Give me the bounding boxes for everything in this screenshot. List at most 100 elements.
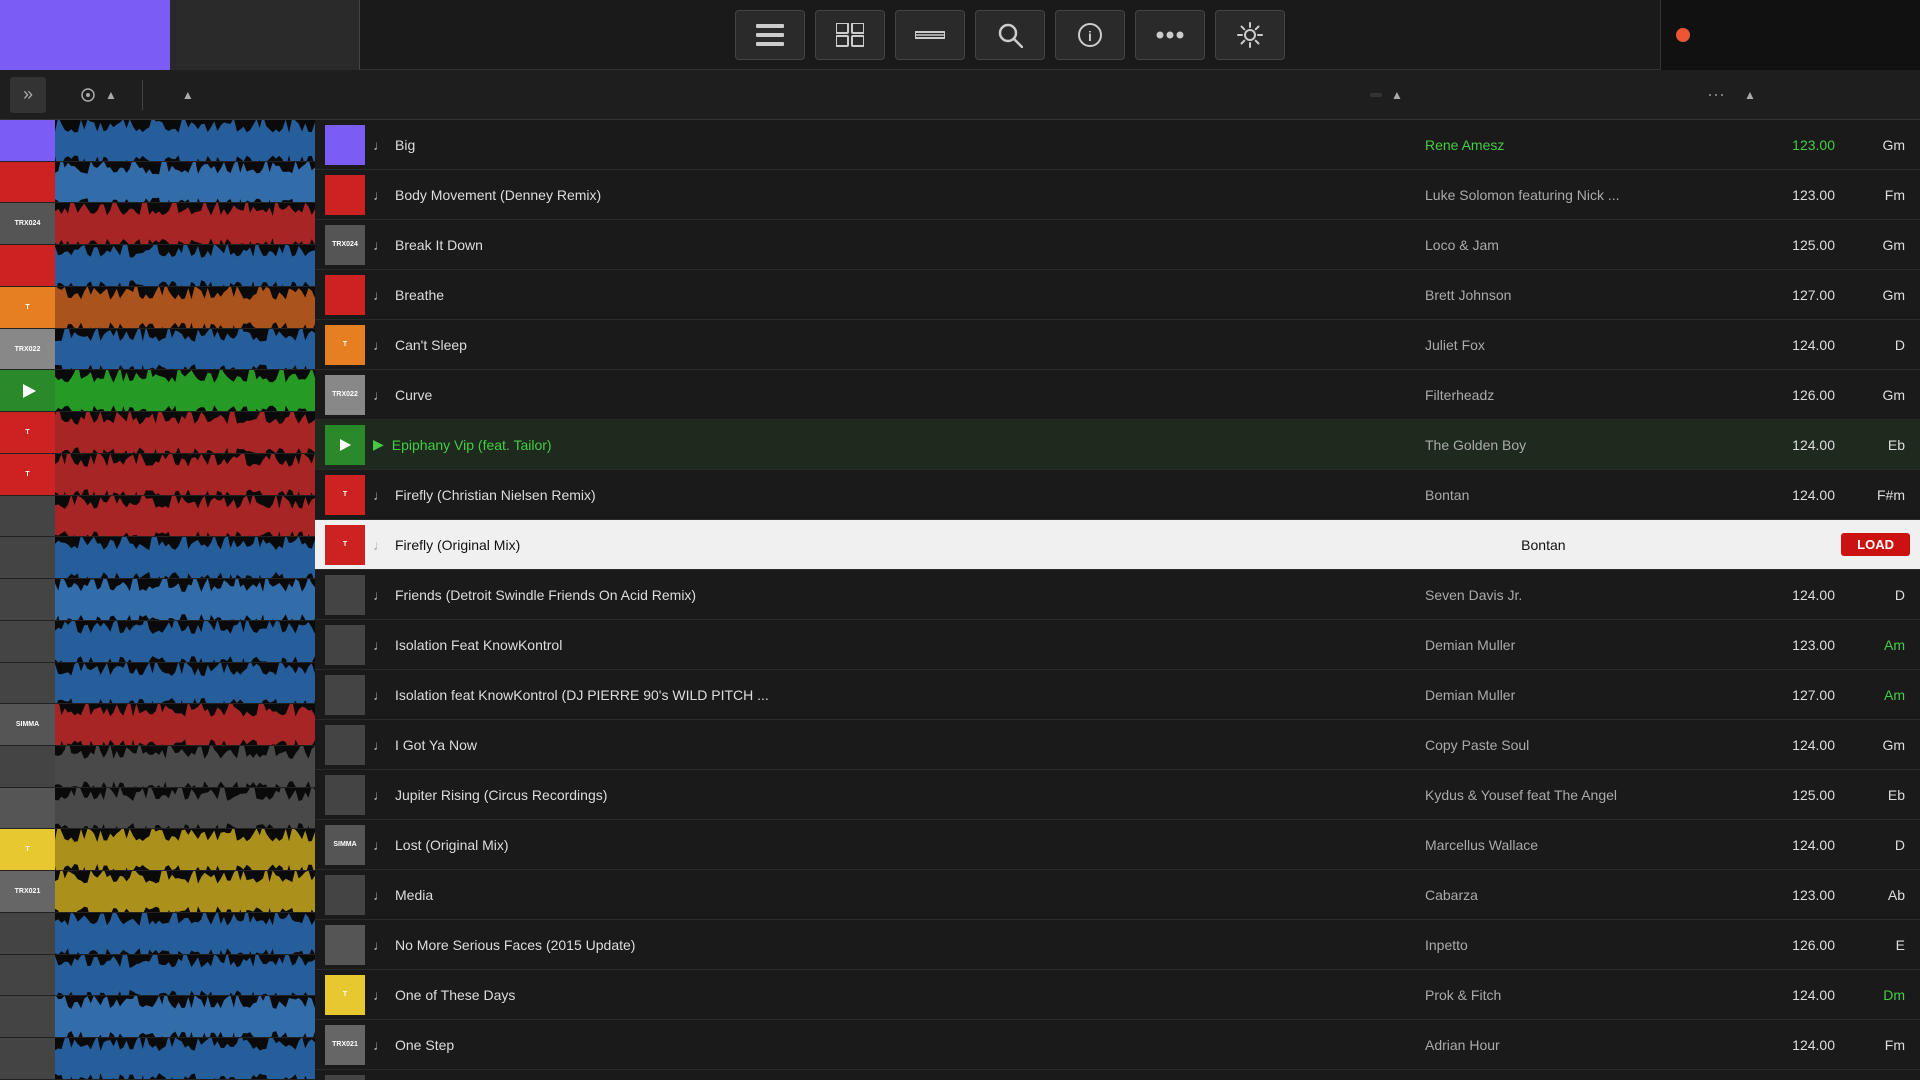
load-button[interactable]: LOAD bbox=[1841, 533, 1910, 556]
note-icon: ♩ bbox=[373, 587, 387, 603]
table-row[interactable]: T♩Firefly (Christian Nielsen Remix)Bonta… bbox=[315, 470, 1920, 520]
artist-name: Demian Muller bbox=[1425, 687, 1745, 703]
track-column-header[interactable]: ▲ bbox=[178, 88, 1370, 102]
table-row[interactable]: ♩No More Serious Faces (2015 Update)Inpe… bbox=[315, 920, 1920, 970]
table-row[interactable]: TRX022♩CurveFilterheadz126.00Gm bbox=[315, 370, 1920, 420]
track-thumbnail: TRX024 bbox=[0, 203, 55, 244]
track-name: Firefly (Christian Nielsen Remix) bbox=[395, 487, 1425, 503]
track-name: Friends (Detroit Swindle Friends On Acid… bbox=[395, 587, 1425, 603]
bpm-value: 124.00 bbox=[1745, 487, 1835, 503]
waveform-row bbox=[0, 1038, 315, 1080]
note-icon: ♩ bbox=[373, 187, 387, 203]
search-button[interactable] bbox=[975, 10, 1045, 60]
bpm-value: 124.00 bbox=[1745, 437, 1835, 453]
track-thumbnail: TRX022 bbox=[0, 329, 55, 370]
bpm-value: 123.00 bbox=[1745, 887, 1835, 903]
key-value: Dm bbox=[1835, 987, 1905, 1003]
key-value: Eb bbox=[1835, 787, 1905, 803]
track-thumbnail bbox=[0, 245, 55, 286]
key-value: Gm bbox=[1835, 237, 1905, 253]
table-row[interactable]: ♩MediaCabarza123.00Ab bbox=[315, 870, 1920, 920]
key-value: Gm bbox=[1835, 737, 1905, 753]
table-row[interactable]: ♩Suga (Original Mix)Technasia & Green Ve… bbox=[315, 1070, 1920, 1080]
waveform-row bbox=[0, 996, 315, 1038]
key-value: E bbox=[1835, 937, 1905, 953]
table-row[interactable]: ♩Isolation feat KnowKontrol (DJ PIERRE 9… bbox=[315, 670, 1920, 720]
row-thumbnail: SIMMA bbox=[325, 825, 365, 865]
table-row[interactable]: T♩One of These DaysProk & Fitch124.00Dm bbox=[315, 970, 1920, 1020]
waveform-row bbox=[0, 913, 315, 955]
row-thumbnail bbox=[325, 275, 365, 315]
bpm-value: 126.00 bbox=[1745, 937, 1835, 953]
table-row[interactable]: ♩BreatheBrett Johnson127.00Gm bbox=[315, 270, 1920, 320]
table-row[interactable]: TRX024♩Break It DownLoco & Jam125.00Gm bbox=[315, 220, 1920, 270]
table-row[interactable]: ♩BigRene Amesz123.00Gm bbox=[315, 120, 1920, 170]
artist-name: Marcellus Wallace bbox=[1425, 837, 1745, 853]
artist-name: Prok & Fitch bbox=[1425, 987, 1745, 1003]
note-icon: ♩ bbox=[373, 937, 387, 953]
waveform-button[interactable] bbox=[170, 0, 360, 70]
key-value: Ab bbox=[1835, 887, 1905, 903]
key-value: Gm bbox=[1835, 387, 1905, 403]
browse-button[interactable] bbox=[0, 0, 170, 70]
waveform-visual bbox=[55, 537, 315, 578]
waveform-visual bbox=[55, 1038, 315, 1079]
track-name: Isolation Feat KnowKontrol bbox=[395, 637, 1425, 653]
waveform-visual bbox=[55, 913, 315, 954]
key-value: D bbox=[1835, 587, 1905, 603]
key-value: Eb bbox=[1835, 437, 1905, 453]
row-thumbnail: TRX024 bbox=[325, 225, 365, 265]
waveform-row bbox=[0, 788, 315, 830]
grid-view-button[interactable] bbox=[815, 10, 885, 60]
track-thumbnail bbox=[0, 913, 55, 954]
track-name: One Step bbox=[395, 1037, 1425, 1053]
table-row[interactable]: T♩Can't SleepJuliet Fox124.00D bbox=[315, 320, 1920, 370]
track-thumbnail bbox=[0, 955, 55, 996]
waveform-view-button[interactable] bbox=[895, 10, 965, 60]
table-row[interactable]: ▶Epiphany Vip (feat. Tailor)The Golden B… bbox=[315, 420, 1920, 470]
settings-button[interactable] bbox=[1215, 10, 1285, 60]
waveform-row bbox=[0, 370, 315, 412]
waveform-row: TRX021 bbox=[0, 871, 315, 913]
artist-column-header[interactable]: ▲ bbox=[1387, 88, 1707, 102]
note-icon: ♩ bbox=[373, 137, 387, 153]
track-count bbox=[1370, 93, 1382, 97]
table-row[interactable]: ♩I Got Ya NowCopy Paste Soul124.00Gm bbox=[315, 720, 1920, 770]
waveform-row: TRX022 bbox=[0, 329, 315, 371]
related-button[interactable]: ▲ bbox=[81, 88, 117, 102]
list-view-button[interactable] bbox=[735, 10, 805, 60]
bpm-value: 124.00 bbox=[1745, 587, 1835, 603]
waveform-visual bbox=[55, 788, 315, 829]
more-button[interactable] bbox=[1135, 10, 1205, 60]
key-value: Fm bbox=[1835, 187, 1905, 203]
bpm-value: 123.00 bbox=[1745, 187, 1835, 203]
track-thumbnail bbox=[0, 996, 55, 1037]
table-row[interactable]: SIMMA♩Lost (Original Mix)Marcellus Walla… bbox=[315, 820, 1920, 870]
waveform-visual bbox=[55, 245, 315, 286]
column-options-button[interactable]: ··· bbox=[1707, 84, 1725, 105]
table-row[interactable]: ♩Body Movement (Denney Remix)Luke Solomo… bbox=[315, 170, 1920, 220]
key-value: D bbox=[1835, 837, 1905, 853]
row-thumbnail bbox=[325, 625, 365, 665]
track-thumbnail: T bbox=[0, 412, 55, 453]
bpm-column-header[interactable]: ▲ bbox=[1740, 88, 1830, 102]
artist-name: Cabarza bbox=[1425, 887, 1745, 903]
bpm-value: 123.00 bbox=[1745, 137, 1835, 153]
info-button[interactable]: i bbox=[1055, 10, 1125, 60]
table-row[interactable]: ♩ Friends (Detroit Swindle Friends On Aci… bbox=[315, 570, 1920, 620]
table-row[interactable]: TRX021♩One StepAdrian Hour124.00Fm bbox=[315, 1020, 1920, 1070]
bpm-value: 124.00 bbox=[1745, 337, 1835, 353]
row-thumbnail bbox=[325, 725, 365, 765]
svg-text:i: i bbox=[1088, 28, 1092, 44]
waveform-row: SIMMA bbox=[0, 704, 315, 746]
table-row[interactable]: ♩Jupiter Rising (Circus Recordings)Kydus… bbox=[315, 770, 1920, 820]
artist-name: Copy Paste Soul bbox=[1425, 737, 1745, 753]
track-name: Jupiter Rising (Circus Recordings) bbox=[395, 787, 1425, 803]
waveform-visual bbox=[55, 370, 315, 411]
expand-button[interactable]: » bbox=[10, 77, 46, 113]
table-row[interactable]: T♩Firefly (Original Mix)BontanLOAD bbox=[315, 520, 1920, 570]
track-thumbnail: T bbox=[0, 829, 55, 870]
table-row[interactable]: ♩Isolation Feat KnowKontrolDemian Muller… bbox=[315, 620, 1920, 670]
waveform-row bbox=[0, 621, 315, 663]
artist-name: Juliet Fox bbox=[1425, 337, 1745, 353]
